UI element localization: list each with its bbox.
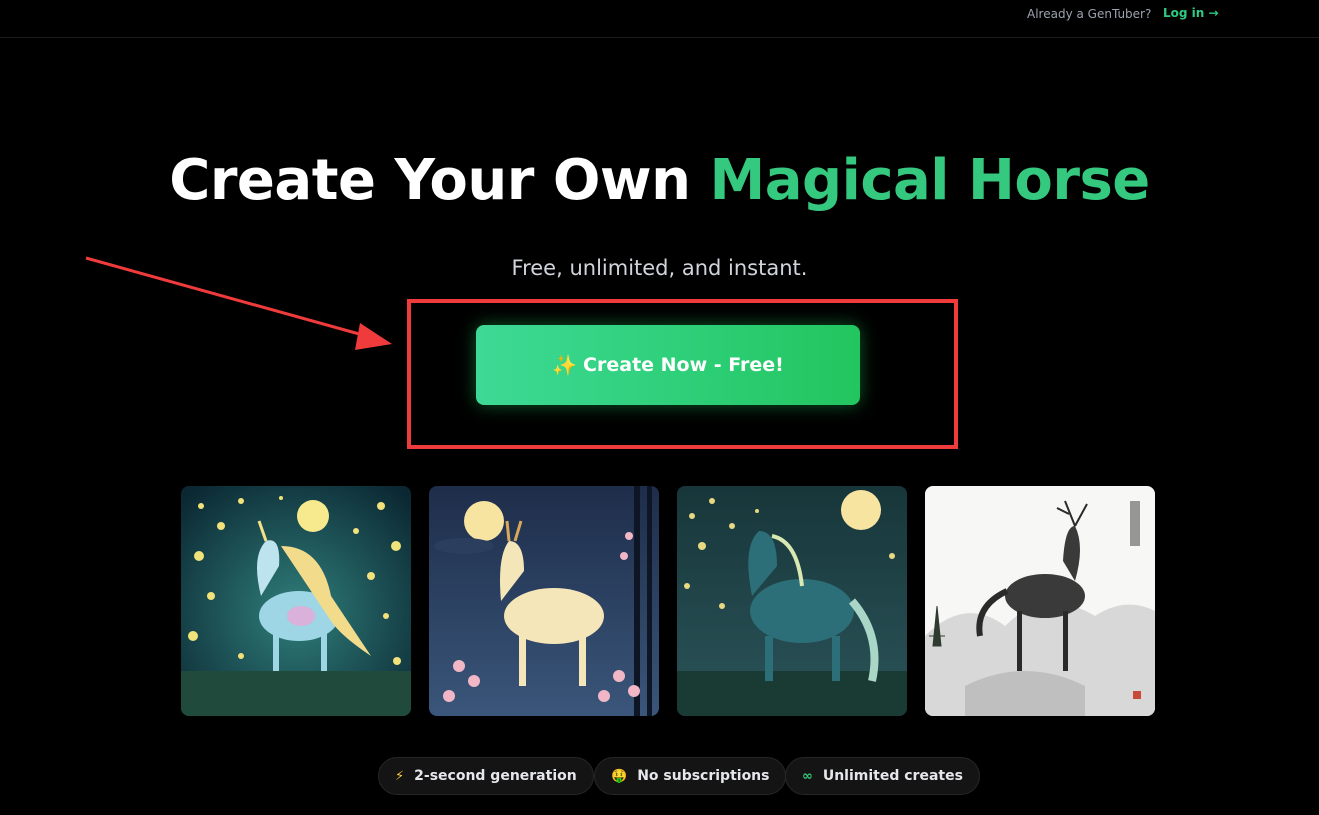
feature-label: 2-second generation bbox=[414, 768, 577, 784]
feature-label: No subscriptions bbox=[637, 768, 770, 784]
feature-label: Unlimited creates bbox=[822, 768, 963, 784]
feature-pills: ⚡ 2-second generation 🤑 No subscriptions… bbox=[0, 757, 1319, 795]
feature-pill: ∞ Unlimited creates bbox=[785, 757, 980, 795]
deer-blossom-image[interactable] bbox=[429, 486, 659, 716]
ink-deer-image[interactable] bbox=[925, 486, 1155, 716]
annotation-arrow bbox=[85, 256, 392, 350]
title-part-accent: Magical Horse bbox=[709, 148, 1151, 213]
already-member-text: Already a GenTuber? bbox=[1027, 7, 1152, 21]
teal-horse-image[interactable] bbox=[677, 486, 907, 716]
example-gallery bbox=[181, 486, 1155, 716]
create-now-label: Create Now - Free! bbox=[583, 354, 784, 376]
feature-pill: ⚡ 2-second generation bbox=[378, 757, 594, 795]
unicorn-firefly-image[interactable] bbox=[181, 486, 411, 716]
lightning-icon: ⚡ bbox=[395, 768, 405, 784]
sparkles-icon: ✨ bbox=[552, 353, 578, 377]
create-now-button[interactable]: ✨ Create Now - Free! bbox=[476, 325, 860, 405]
infinity-icon: ∞ bbox=[802, 768, 813, 784]
feature-pill: 🤑 No subscriptions bbox=[594, 757, 787, 795]
money-face-icon: 🤑 bbox=[611, 768, 628, 784]
login-link[interactable]: Log in → bbox=[1163, 6, 1219, 20]
